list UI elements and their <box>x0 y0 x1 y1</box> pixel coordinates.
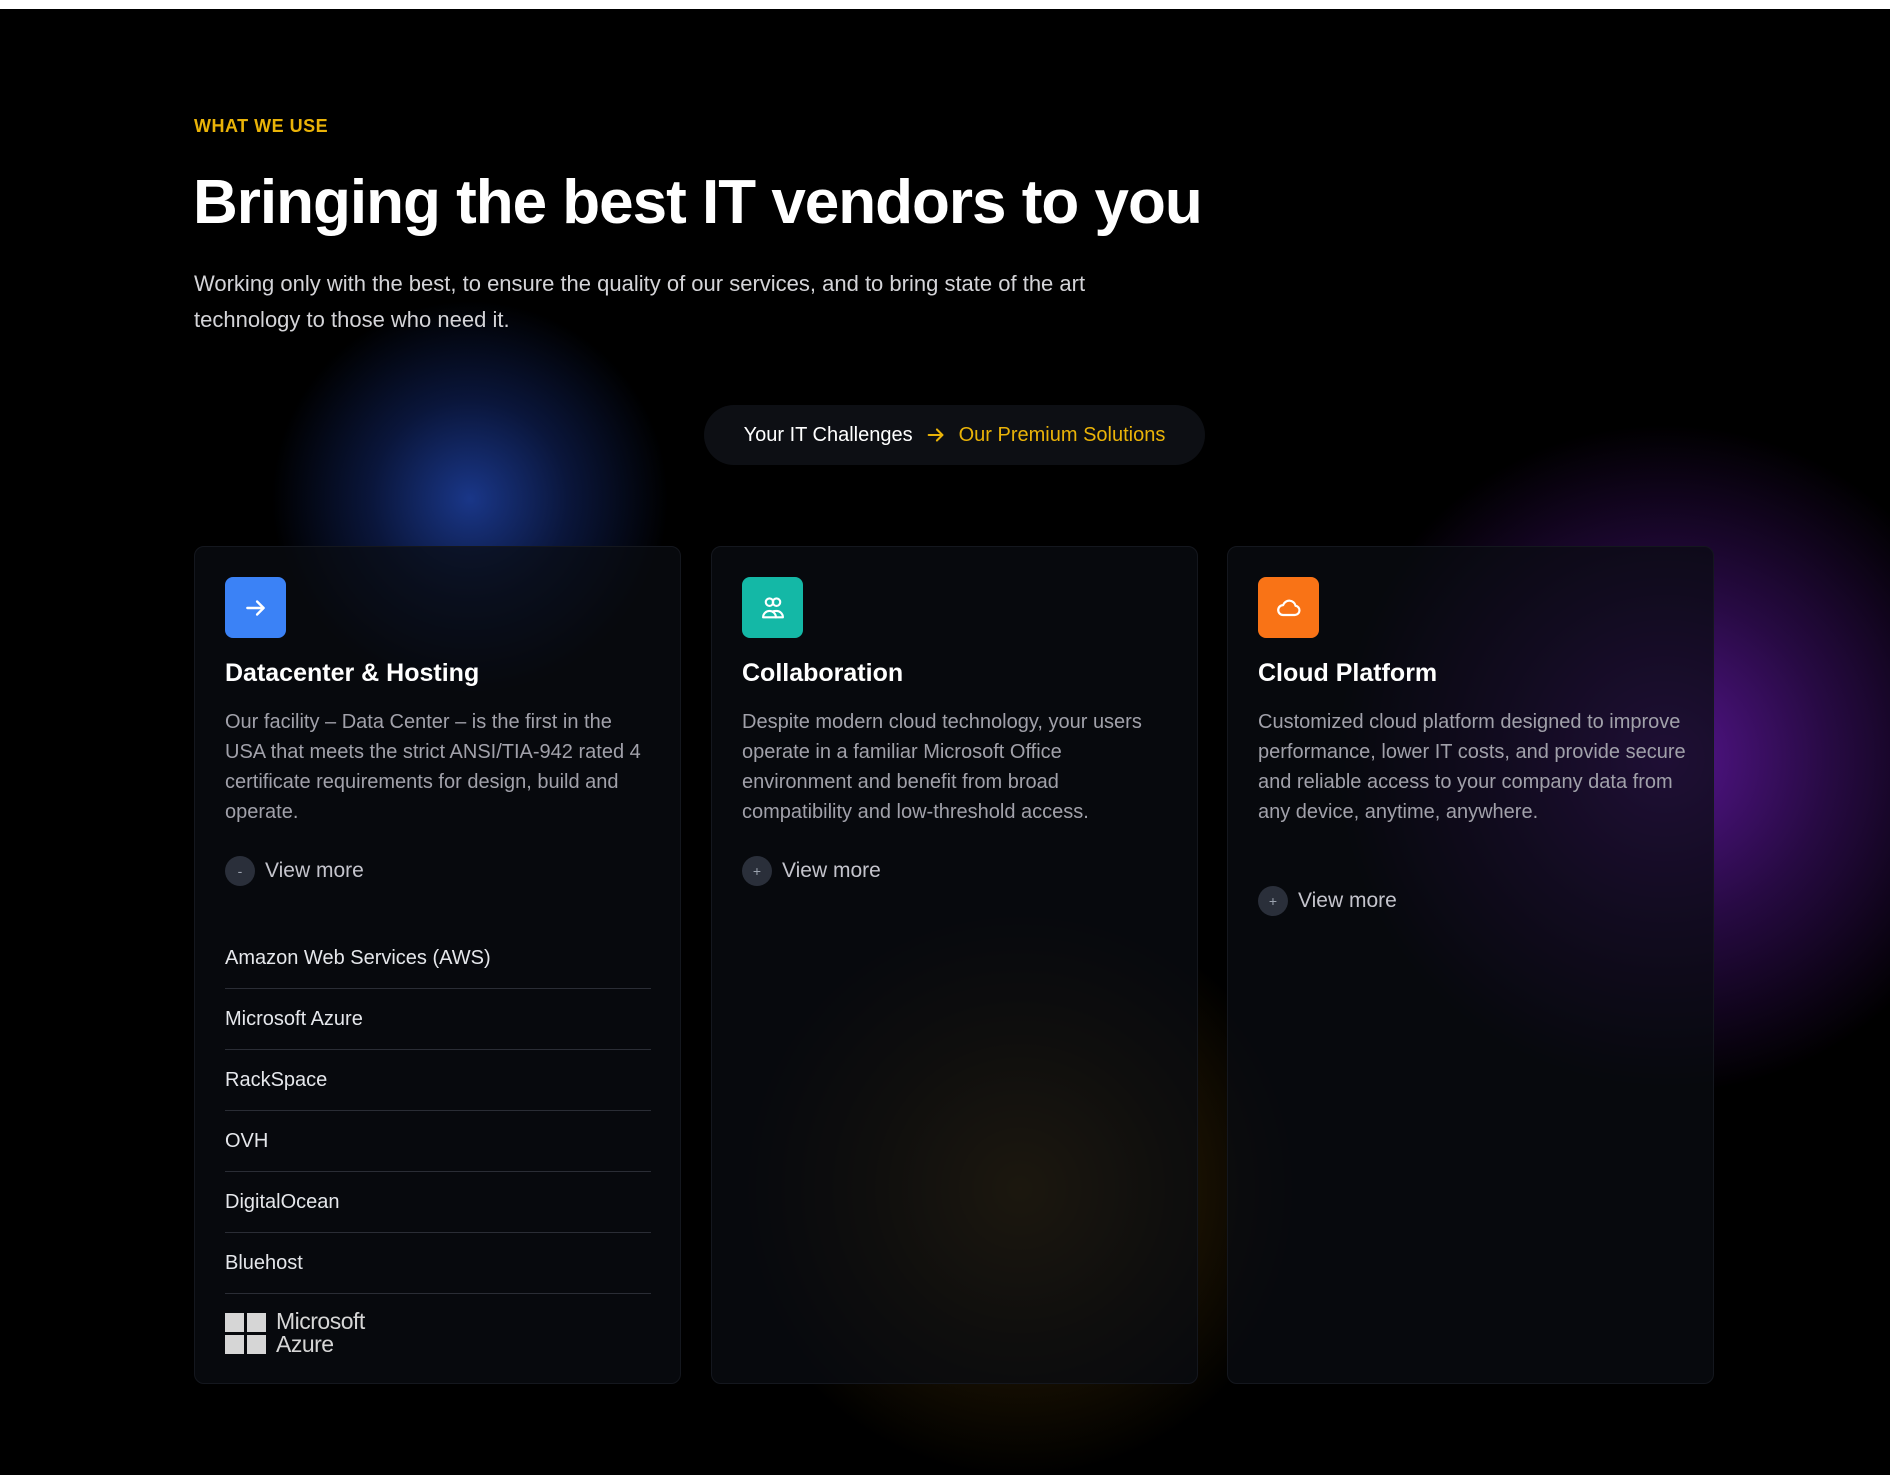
card-datacenter-hosting: Datacenter & Hosting Our facility – Data… <box>194 546 681 1384</box>
vendor-item[interactable]: RackSpace <box>225 1050 651 1111</box>
vendor-item[interactable]: OVH <box>225 1111 651 1172</box>
arrow-right-icon <box>225 577 286 638</box>
view-more-button[interactable]: - View more <box>225 856 364 886</box>
arrow-right-icon <box>927 428 944 442</box>
view-more-label: View more <box>782 859 881 882</box>
vendors-section: WHAT WE USE Bringing the best IT vendors… <box>0 9 1890 1475</box>
card-description: Our facility – Data Center – is the firs… <box>225 711 641 823</box>
view-more-label: View more <box>1298 889 1397 912</box>
section-title: Bringing the best IT vendors to you <box>193 168 1203 237</box>
challenges-solutions-toggle[interactable]: Your IT Challenges Our Premium Solutions <box>704 405 1205 465</box>
windows-grid-icon <box>225 1312 266 1354</box>
logo-wordmark: Microsoft Azure <box>276 1308 365 1357</box>
users-icon <box>742 577 803 638</box>
section-subtitle: Working only with the best, to ensure th… <box>194 271 1086 332</box>
card-description: Customized cloud platform designed to im… <box>1258 711 1686 823</box>
vendor-item[interactable]: Microsoft Azure <box>225 989 651 1050</box>
view-more-button[interactable]: + View more <box>1258 886 1397 916</box>
card-title: Cloud Platform <box>1258 659 1438 687</box>
plus-icon: + <box>742 856 772 886</box>
collapse-icon: - <box>225 856 255 886</box>
card-title: Collaboration <box>742 659 904 687</box>
cloud-icon <box>1258 577 1319 638</box>
plus-icon: + <box>1258 886 1288 916</box>
view-more-button[interactable]: + View more <box>742 856 881 886</box>
vendor-list: Amazon Web Services (AWS) Microsoft Azur… <box>225 928 651 1294</box>
vendor-item[interactable]: DigitalOcean <box>225 1172 651 1233</box>
view-more-label: View more <box>265 859 364 882</box>
vendor-item[interactable]: Bluehost <box>225 1233 651 1294</box>
section-eyebrow: WHAT WE USE <box>194 116 329 136</box>
card-title: Datacenter & Hosting <box>225 659 480 687</box>
toggle-right-label[interactable]: Our Premium Solutions <box>959 424 1166 447</box>
microsoft-azure-logo: Microsoft Azure <box>225 1310 365 1356</box>
card-collaboration: Collaboration Despite modern cloud techn… <box>711 546 1198 1384</box>
card-cloud-platform: Cloud Platform Customized cloud platform… <box>1227 546 1714 1384</box>
vendor-item[interactable]: Amazon Web Services (AWS) <box>225 928 651 989</box>
card-description: Despite modern cloud technology, your us… <box>742 711 1142 823</box>
toggle-left-label[interactable]: Your IT Challenges <box>744 424 913 447</box>
